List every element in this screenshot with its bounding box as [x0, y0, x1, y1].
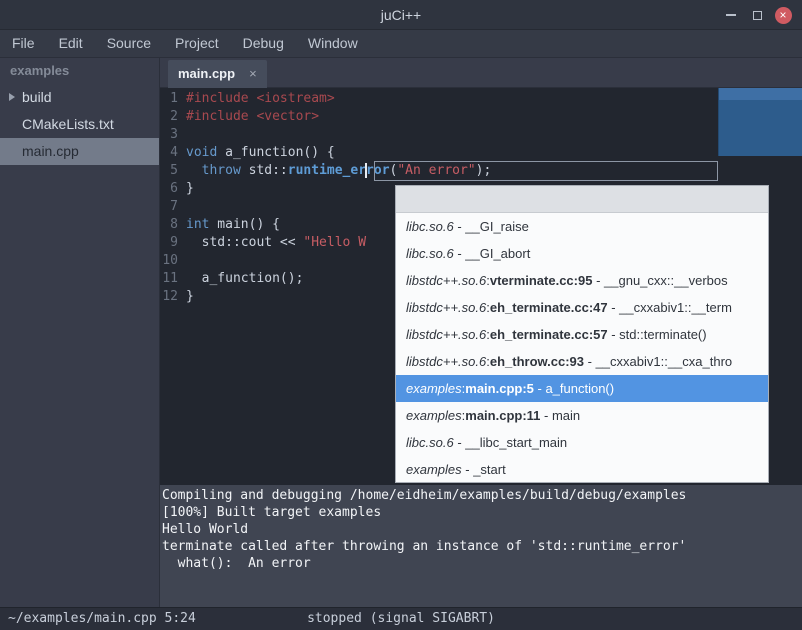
terminal-line: what(): An error	[162, 555, 802, 572]
line-number: 3	[160, 126, 186, 144]
tooltip-fragment	[718, 88, 802, 156]
cursor-location: ~/examples/main.cpp 5:24	[8, 608, 196, 630]
menu-project[interactable]: Project	[163, 30, 231, 57]
code-line-2[interactable]: 2#include <vector>	[160, 108, 802, 126]
menu-window[interactable]: Window	[296, 30, 370, 57]
tab-bar: main.cpp ×	[160, 58, 802, 88]
code-line-3[interactable]: 3	[160, 126, 802, 144]
line-number: 5	[160, 162, 186, 180]
minimize-icon	[726, 14, 736, 16]
menu-edit[interactable]: Edit	[47, 30, 95, 57]
line-number: 12	[160, 288, 186, 306]
close-icon: ×	[775, 7, 792, 24]
code-line-4[interactable]: 4void a_function() {	[160, 144, 802, 162]
terminal-line: Compiling and debugging /home/eidheim/ex…	[162, 487, 802, 504]
line-number: 10	[160, 252, 186, 270]
terminal-line: terminate called after throwing an insta…	[162, 538, 802, 555]
titlebar[interactable]: juCi++ ×	[0, 0, 802, 30]
code-text: }	[186, 180, 194, 198]
jucipp-window: juCi++ × FileEditSourceProjectDebugWindo…	[0, 0, 802, 630]
menu-file[interactable]: File	[0, 30, 47, 57]
code-text: }	[186, 288, 194, 306]
code-text: throw std::runtime_error("An error");	[186, 162, 491, 180]
minimize-button[interactable]	[718, 0, 744, 30]
stack-frame-row[interactable]: examples:main.cpp:5 - a_function()	[396, 375, 768, 402]
maximize-button[interactable]	[744, 0, 770, 30]
menubar: FileEditSourceProjectDebugWindow	[0, 30, 802, 58]
tab-close-icon[interactable]: ×	[249, 66, 257, 81]
terminal-line: Hello World	[162, 521, 802, 538]
window-controls: ×	[718, 0, 796, 30]
close-button[interactable]: ×	[770, 0, 796, 30]
file-tree-panel: examples build CMakeLists.txt main.cpp	[0, 58, 160, 607]
tooltip-fragment-header	[719, 88, 802, 100]
tree-item-cmakelists-txt[interactable]: CMakeLists.txt	[0, 111, 159, 138]
stack-frame-row[interactable]: examples - _start	[396, 456, 768, 483]
code-text: int main() {	[186, 216, 280, 234]
menu-source[interactable]: Source	[95, 30, 163, 57]
line-number: 11	[160, 270, 186, 288]
terminal-line: [100%] Built target examples	[162, 504, 802, 521]
tree-item-label: build	[22, 89, 52, 105]
tab-main-cpp[interactable]: main.cpp ×	[168, 60, 267, 88]
stack-frame-row[interactable]: libstdc++.so.6:vterminate.cc:95 - __gnu_…	[396, 267, 768, 294]
line-number: 9	[160, 234, 186, 252]
stack-frame-row[interactable]: libstdc++.so.6:eh_terminate.cc:57 - std:…	[396, 321, 768, 348]
tree-item-main-cpp[interactable]: main.cpp	[0, 138, 159, 165]
stack-trace-popup: libc.so.6 - __GI_raiselibc.so.6 - __GI_a…	[395, 185, 769, 483]
maximize-icon	[753, 11, 762, 20]
line-number: 8	[160, 216, 186, 234]
stack-frame-list: libc.so.6 - __GI_raiselibc.so.6 - __GI_a…	[396, 213, 768, 483]
stack-frame-row[interactable]: libstdc++.so.6:eh_throw.cc:93 - __cxxabi…	[396, 348, 768, 375]
terminal-output[interactable]: Compiling and debugging /home/eidheim/ex…	[160, 485, 802, 607]
code-line-1[interactable]: 1#include <iostream>	[160, 90, 802, 108]
stack-frame-row[interactable]: libc.so.6 - __GI_raise	[396, 213, 768, 240]
chevron-right-icon[interactable]	[9, 93, 15, 101]
code-editor[interactable]: 1#include <iostream>2#include <vector>34…	[160, 88, 802, 485]
tab-label: main.cpp	[178, 66, 235, 81]
tree-item-label: CMakeLists.txt	[22, 116, 114, 132]
code-text: #include <iostream>	[186, 90, 335, 108]
line-number: 4	[160, 144, 186, 162]
debug-status: stopped (signal SIGABRT)	[307, 608, 495, 630]
stack-frame-row[interactable]: examples:main.cpp:11 - main	[396, 402, 768, 429]
line-number: 1	[160, 90, 186, 108]
code-text: a_function();	[186, 270, 303, 288]
line-number: 2	[160, 108, 186, 126]
code-text: std::cout << "Hello W	[186, 234, 366, 252]
line-number: 7	[160, 198, 186, 216]
main-area: main.cpp × 1#include <iostream>2#include …	[160, 58, 802, 607]
window-title: juCi++	[0, 0, 802, 30]
code-text: #include <vector>	[186, 108, 319, 126]
line-number: 6	[160, 180, 186, 198]
project-name: examples	[0, 58, 159, 84]
status-bar: ~/examples/main.cpp 5:24 stopped (signal…	[0, 607, 802, 630]
stack-frame-row[interactable]: libc.so.6 - __GI_abort	[396, 240, 768, 267]
code-line-5[interactable]: 5 throw std::runtime_error("An error");	[160, 162, 802, 180]
tree-item-build[interactable]: build	[0, 84, 159, 111]
stack-popup-search-area[interactable]	[396, 186, 768, 213]
stack-frame-row[interactable]: libc.so.6 - __libc_start_main	[396, 429, 768, 456]
code-text: void a_function() {	[186, 144, 335, 162]
file-tree: build CMakeLists.txt main.cpp	[0, 84, 159, 165]
tree-item-label: main.cpp	[22, 143, 79, 159]
menu-debug[interactable]: Debug	[231, 30, 296, 57]
stack-frame-row[interactable]: libstdc++.so.6:eh_terminate.cc:47 - __cx…	[396, 294, 768, 321]
